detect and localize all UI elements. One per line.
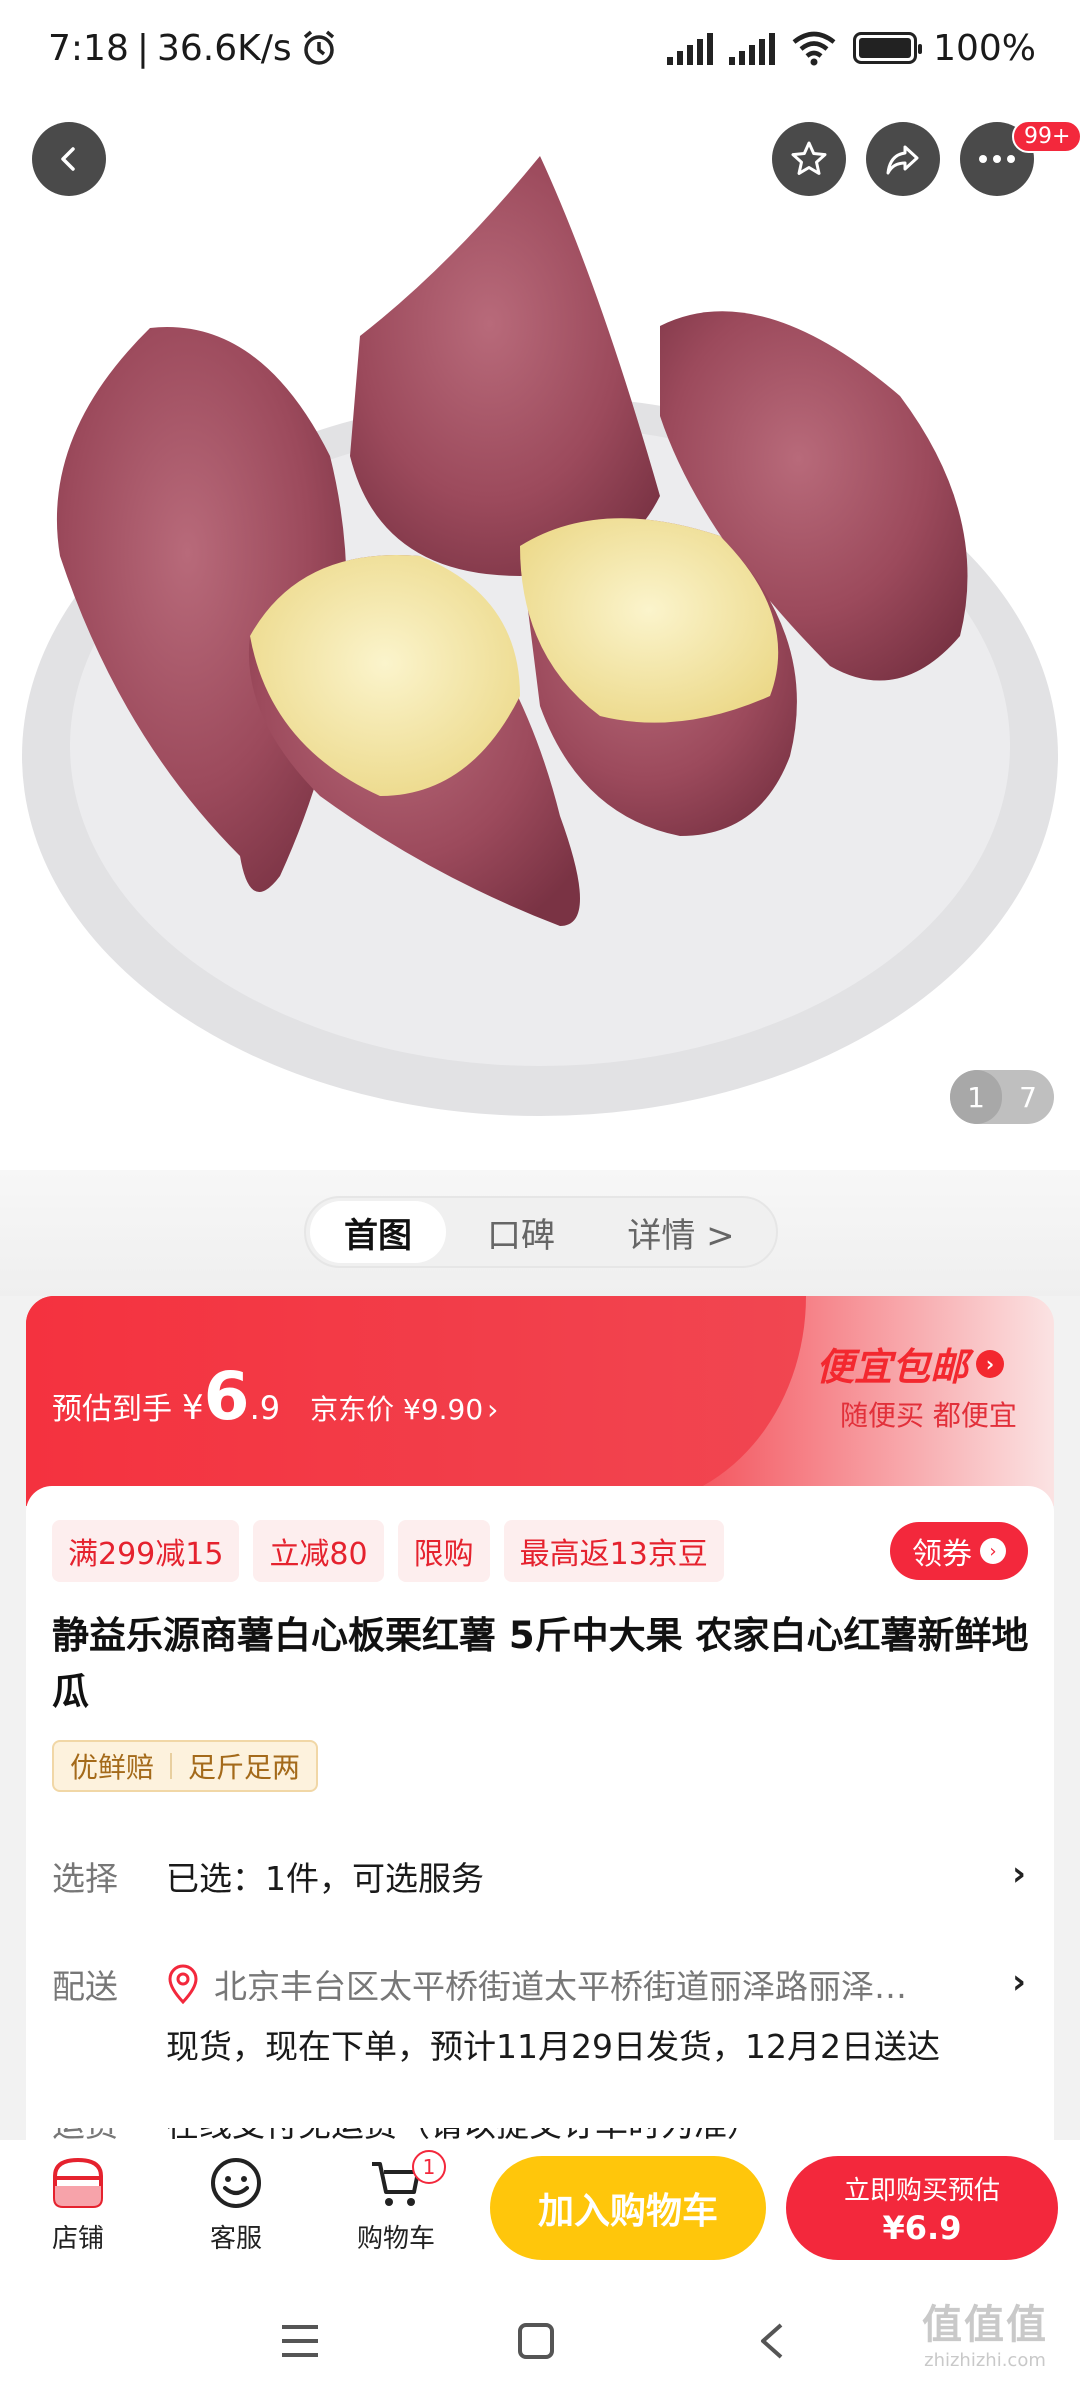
cart-label: 购物车	[356, 2224, 435, 2254]
buy-now-price: ¥6.9	[882, 2208, 962, 2247]
menu-nav-button[interactable]	[270, 2316, 330, 2366]
coupon-tag[interactable]: 立减80	[253, 1520, 384, 1582]
pager-total: 7	[1019, 1080, 1037, 1114]
signal-icon-2	[729, 31, 776, 65]
back-nav-button[interactable]	[742, 2316, 802, 2366]
service-tag: 优鲜赔	[70, 1751, 155, 1784]
menu-icon	[282, 2325, 318, 2357]
back-button[interactable]	[32, 122, 106, 196]
chevron-right-icon[interactable]: ›	[1012, 1854, 1026, 1894]
price-integer: 6	[203, 1358, 250, 1435]
status-bar: 7:18 | 36.6K/s 100%	[0, 0, 1080, 96]
bottom-action-bar: 店铺 客服 1 购物车 加入购物车 立即购买预估 ¥6.9	[0, 2140, 1080, 2280]
price-decimal: .9	[249, 1389, 281, 1427]
currency-symbol: ¥	[182, 1388, 204, 1428]
home-nav-button[interactable]	[506, 2316, 566, 2366]
home-square-icon	[518, 2323, 554, 2359]
customer-service-label: 客服	[209, 2224, 262, 2254]
select-value[interactable]: 已选：1件，可选服务	[166, 1852, 986, 1900]
get-coupon-label: 领券	[912, 1537, 972, 1572]
share-icon	[886, 145, 919, 175]
cart-count-badge: 1	[412, 2150, 446, 2184]
jd-price-arrow: ›	[487, 1393, 499, 1426]
coupon-tag[interactable]: 最高返13京豆	[503, 1520, 724, 1582]
section-tabs-bar: 首图 口碑 详情 >	[0, 1170, 1080, 1296]
free-shipping-promo[interactable]: 便宜包邮 ›	[816, 1336, 1005, 1391]
chevron-right-icon[interactable]: ›	[1012, 1962, 1026, 2002]
alarm-icon	[303, 30, 334, 65]
select-label: 选择	[52, 1859, 118, 1898]
chevron-right-icon: ›	[980, 1538, 1006, 1564]
shop-label: 店铺	[51, 2224, 104, 2254]
coupon-tag[interactable]: 满299减15	[52, 1520, 240, 1582]
watermark-text: 值值值	[922, 2302, 1048, 2348]
price-row: 预估到手 ¥ 6 .9 京东价 ¥9.90 ›	[52, 1358, 498, 1435]
jd-price[interactable]: 京东价 ¥9.90	[310, 1388, 483, 1428]
pager-current: 1	[950, 1070, 1002, 1124]
shop-icon	[53, 2157, 103, 2208]
freight-label: 运费	[52, 2128, 118, 2140]
shop-button[interactable]: 店铺	[18, 2156, 138, 2255]
service-tag: 足斤足两	[188, 1751, 301, 1784]
tab-main-image[interactable]: 首图	[310, 1201, 446, 1263]
favorite-button[interactable]	[772, 122, 846, 196]
watermark: 值值值 zhizhizhi.com	[910, 2292, 1060, 2371]
buy-now-label: 立即购买预估	[843, 2175, 1000, 2206]
delivery-label: 配送	[52, 1967, 118, 2006]
status-divider: |	[136, 27, 149, 69]
freight-row-clipped: 运费 在线支付免运费（请以提交订单时为准）	[26, 2128, 1054, 2140]
cart-button[interactable]: 1 购物车	[336, 2150, 456, 2255]
location-pin-icon	[168, 1964, 198, 2004]
promo-subtitle: 随便买 都便宜	[840, 1399, 1017, 1432]
add-to-cart-button[interactable]: 加入购物车	[490, 2156, 766, 2260]
estimated-price-label: 预估到手	[52, 1392, 172, 1427]
star-icon	[791, 141, 827, 175]
notification-badge: 99+	[1012, 120, 1080, 153]
product-image-carousel[interactable]: 99+ 1 7	[0, 96, 1080, 1170]
chevron-right-icon: ›	[976, 1349, 1005, 1378]
wifi-icon	[792, 31, 836, 66]
clock: 7:18	[48, 27, 129, 69]
tab-details[interactable]: 详情 >	[596, 1201, 766, 1263]
share-button[interactable]	[866, 122, 940, 196]
customer-service-button[interactable]: 客服	[176, 2156, 296, 2255]
freight-value: 在线支付免运费（请以提交订单时为准）	[166, 2128, 760, 2140]
more-dots-icon	[979, 155, 1015, 163]
delivery-eta: 现货，现在下单，预计11月29日发货，12月2日送达	[166, 2027, 940, 2066]
coupon-tag[interactable]: 限购	[397, 1520, 490, 1582]
status-left: 7:18 | 36.6K/s	[48, 28, 338, 69]
network-speed: 36.6K/s	[156, 27, 292, 69]
customer-service-icon	[211, 2158, 261, 2208]
image-pager: 1 7	[950, 1070, 1054, 1124]
coupon-list: 满299减15 立减80 限购 最高返13京豆	[52, 1520, 724, 1582]
product-info-card: 满299减15 立减80 限购 最高返13京豆 领券 › 静益乐源商薯白心板栗红…	[26, 1486, 1054, 2140]
price-banner: 预估到手 ¥ 6 .9 京东价 ¥9.90 › 便宜包邮 › 随便买 都便宜	[26, 1296, 1054, 1506]
watermark-url: zhizhizhi.com	[924, 2350, 1046, 2371]
chevron-left-icon	[61, 147, 75, 171]
section-tabs: 首图 口碑 详情 >	[304, 1196, 778, 1268]
promo-title: 便宜包邮	[816, 1345, 969, 1389]
status-right: 100%	[667, 28, 1036, 69]
service-tags[interactable]: 优鲜赔 足斤足两	[52, 1740, 319, 1792]
get-coupon-button[interactable]: 领券 ›	[890, 1522, 1028, 1580]
battery-icon	[853, 32, 923, 64]
product-title: 静益乐源商薯白心板栗红薯 5斤中大果 农家白心红薯新鲜地瓜	[52, 1614, 1029, 1713]
tab-reviews[interactable]: 口碑	[446, 1201, 596, 1263]
system-nav-bar: 值值值 zhizhizhi.com	[0, 2280, 1080, 2400]
delivery-address[interactable]: 北京丰台区太平桥街道太平桥街道丽泽路丽泽…	[214, 1960, 994, 2008]
battery-level: 100%	[933, 27, 1036, 69]
back-triangle-icon	[761, 2323, 783, 2359]
buy-now-button[interactable]: 立即购买预估 ¥6.9	[786, 2156, 1058, 2260]
sweet-potato-top	[350, 156, 660, 576]
signal-icon	[667, 31, 714, 65]
product-photo	[22, 156, 1058, 1116]
